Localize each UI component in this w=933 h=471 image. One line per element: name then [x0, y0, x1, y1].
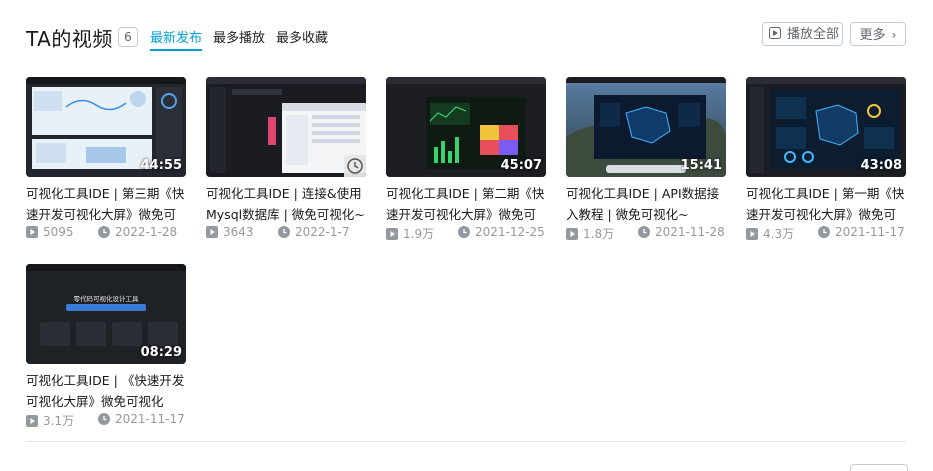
- video-meta: 1.9万 2021-12-25: [386, 225, 546, 245]
- video-thumbnail[interactable]: 45:07: [386, 77, 546, 177]
- video-duration: 08:29: [140, 345, 182, 360]
- clock-icon: [458, 226, 470, 238]
- more-button[interactable]: 更多 ›: [850, 22, 906, 46]
- play-count-icon: [206, 226, 218, 238]
- play-count: 1.8万: [583, 227, 615, 241]
- video-meta: 1.8万 2021-11-28: [566, 225, 726, 245]
- publish-date: 2021-11-28: [655, 225, 725, 239]
- video-title[interactable]: 可视化工具IDE | 第一期《快速开发可视化大屏》微免可视: [746, 183, 906, 225]
- video-duration: 15:41: [680, 158, 722, 173]
- play-count-icon: [746, 228, 758, 240]
- active-tab-underline: [150, 49, 203, 51]
- more-label: 更多: [859, 28, 886, 43]
- video-thumbnail[interactable]: 零代码可视化设计工具 08:29: [26, 264, 186, 364]
- video-duration: 43:08: [860, 158, 902, 173]
- play-count: 3643: [223, 225, 254, 239]
- video-meta: 4.3万 2021-11-17: [746, 225, 906, 245]
- clock-icon: [638, 226, 650, 238]
- video-duration: 45:07: [500, 158, 542, 173]
- publish-date: 2021-11-17: [115, 412, 185, 426]
- video-count-badge: 6: [118, 27, 138, 47]
- section-title: TA的视频: [26, 27, 113, 51]
- video-title[interactable]: 可视化工具IDE | API数据接入教程 | 微免可视化~: [566, 183, 726, 225]
- video-thumbnail[interactable]: 15:41: [566, 77, 726, 177]
- play-count: 4.3万: [763, 227, 795, 241]
- video-thumbnail[interactable]: 44:55: [26, 77, 186, 177]
- watch-later-button[interactable]: [344, 155, 366, 177]
- tab-most-played[interactable]: 最多播放: [213, 27, 265, 46]
- play-all-label: 播放全部: [787, 27, 840, 42]
- video-duration: 44:55: [140, 158, 182, 173]
- play-icon: [769, 27, 781, 39]
- chevron-right-icon: ›: [891, 28, 897, 42]
- play-all-button[interactable]: 播放全部: [762, 22, 843, 46]
- clock-icon: [98, 226, 110, 238]
- video-thumbnail[interactable]: 43:08: [746, 77, 906, 177]
- play-count: 5095: [43, 225, 74, 239]
- videos-section-header: TA的视频 6 最新发布 最多播放 最多收藏 播放全部 更多 ›: [26, 22, 906, 52]
- thumbnail-caption: 零代码可视化设计工具: [73, 295, 139, 303]
- publish-date: 2021-12-25: [475, 225, 545, 239]
- publish-date: 2022-1-28: [115, 225, 178, 239]
- tab-latest[interactable]: 最新发布: [150, 27, 203, 51]
- video-meta: 3.1万 2021-11-17: [26, 412, 186, 432]
- play-count: 3.1万: [43, 414, 75, 428]
- thumbnail-image: [206, 77, 366, 177]
- video-thumbnail[interactable]: [206, 77, 366, 177]
- play-count-icon: [566, 228, 578, 240]
- play-count-icon: [386, 228, 398, 240]
- play-count-icon: [26, 226, 38, 238]
- video-title[interactable]: 可视化工具IDE | 第二期《快速开发可视化大屏》微免可视: [386, 183, 546, 225]
- clock-icon: [818, 226, 830, 238]
- video-title[interactable]: 可视化工具IDE | 《快速开发可视化大屏》微免可视化: [26, 370, 186, 412]
- next-section-button-edge[interactable]: [850, 464, 908, 471]
- video-meta: 5095 2022-1-28: [26, 225, 186, 245]
- play-count-icon: [26, 415, 38, 427]
- section-divider: [26, 441, 906, 442]
- clock-icon: [278, 226, 290, 238]
- tab-most-favorited[interactable]: 最多收藏: [276, 27, 328, 46]
- video-title[interactable]: 可视化工具IDE | 第三期《快速开发可视化大屏》微免可视: [26, 183, 186, 225]
- video-meta: 3643 2022-1-7: [206, 225, 366, 245]
- clock-icon: [98, 413, 110, 425]
- play-count: 1.9万: [403, 227, 435, 241]
- publish-date: 2021-11-17: [835, 225, 905, 239]
- video-title[interactable]: 可视化工具IDE | 连接&使用Mysql数据库 | 微免可视化~: [206, 183, 366, 225]
- clock-icon: [347, 158, 363, 174]
- tab-latest-label: 最新发布: [150, 31, 203, 46]
- publish-date: 2022-1-7: [295, 225, 350, 239]
